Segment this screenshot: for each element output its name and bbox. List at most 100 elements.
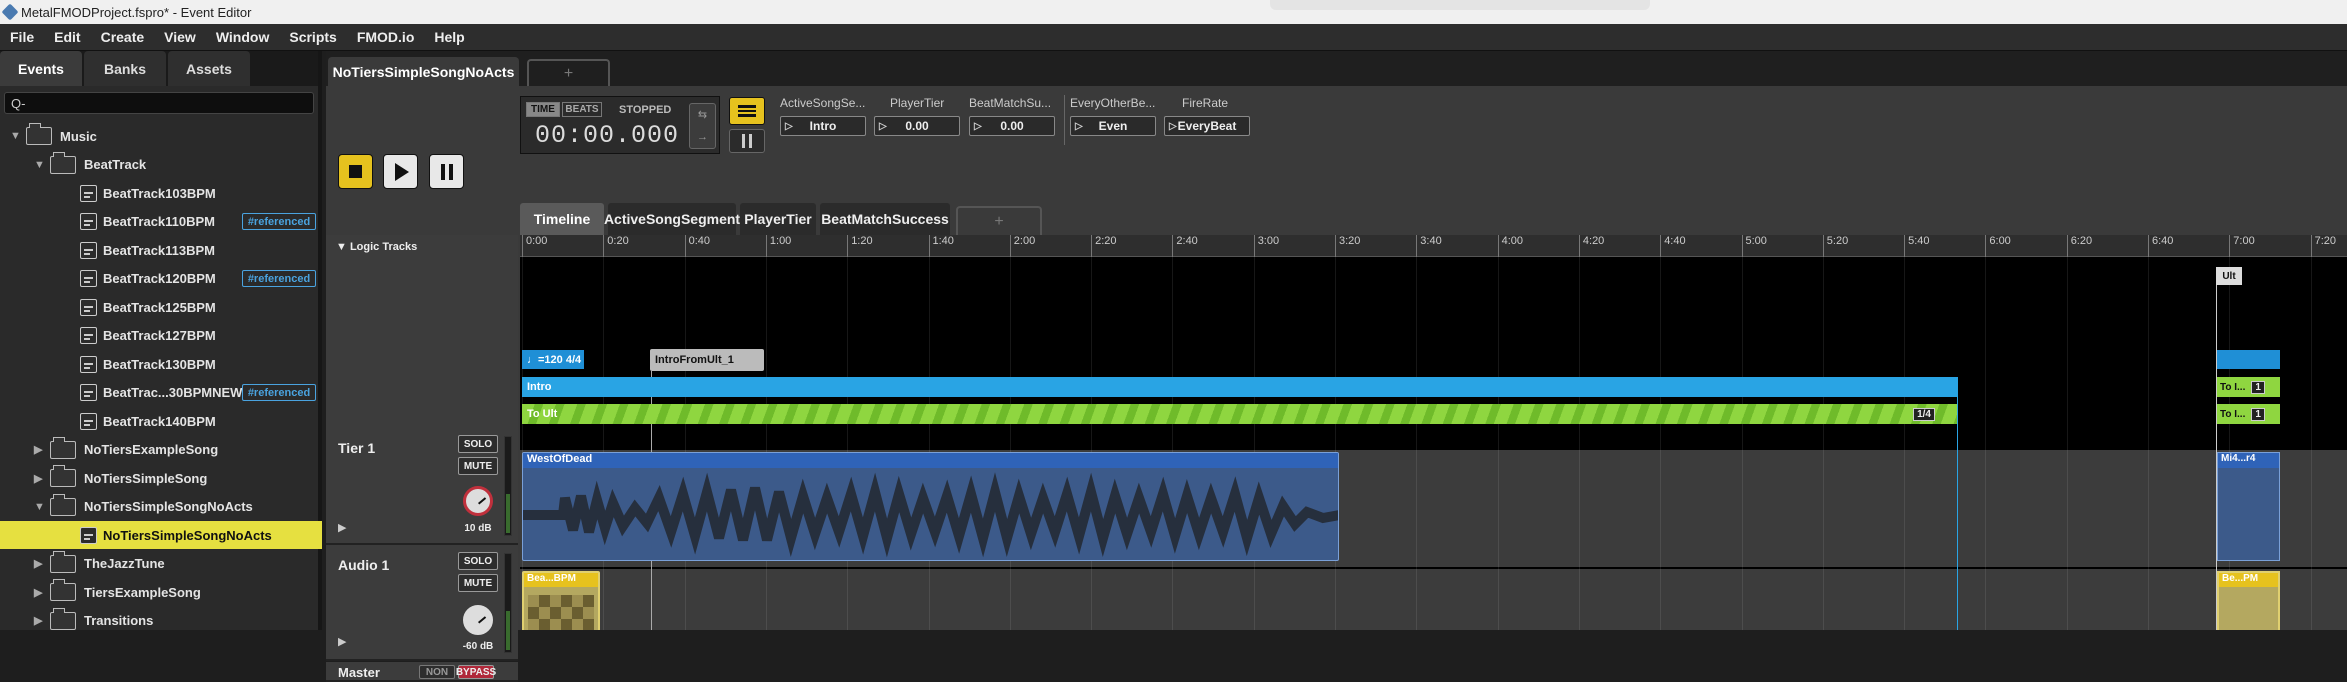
- tree-folder[interactable]: ▶ TiersExampleSong: [0, 578, 322, 606]
- bypass-button[interactable]: BYPASS: [456, 665, 496, 679]
- instrument-westofdead[interactable]: WestOfDead: [522, 452, 1339, 561]
- solo-button[interactable]: NON: [419, 665, 455, 679]
- menu-file[interactable]: File: [0, 29, 44, 45]
- logic-tracks-header[interactable]: ▼ Logic Tracks: [336, 241, 417, 253]
- menu-fmod-io[interactable]: FMOD.io: [347, 29, 425, 45]
- loop-toggle[interactable]: ⇆ →: [689, 103, 716, 149]
- expand-track-icon[interactable]: ▶: [338, 635, 346, 648]
- tab-timeline[interactable]: Timeline: [520, 203, 604, 235]
- beats-mode-button[interactable]: BEATS: [562, 102, 602, 117]
- tab-events[interactable]: Events: [0, 51, 82, 86]
- tree-item-label: NoTiersSimpleSongNoActs: [103, 527, 272, 543]
- follow-icon: →: [697, 131, 708, 143]
- tab-playertier[interactable]: PlayerTier: [740, 203, 816, 235]
- collapsed-arrow-icon[interactable]: ▶: [34, 614, 42, 627]
- tree-event[interactable]: BeatTrack125BPM: [0, 293, 322, 321]
- tab-assets[interactable]: Assets: [168, 51, 250, 86]
- solo-button[interactable]: SOLO: [458, 435, 498, 453]
- macro-panel-toggle[interactable]: [729, 97, 765, 125]
- tree-folder[interactable]: ▶ TheJazzTune: [0, 550, 322, 578]
- collapsed-arrow-icon[interactable]: ▶: [34, 443, 42, 456]
- timeline-ruler[interactable]: 0:00 0:20 0:40 1:00 1:20 1:40 2:00 2:20 2:40 3:00…: [520, 235, 2347, 257]
- tree-event[interactable]: BeatTrack140BPM: [0, 407, 322, 435]
- volume-knob[interactable]: [463, 605, 493, 635]
- time-mode-button[interactable]: TIME: [526, 102, 560, 117]
- tempo-marker[interactable]: ♩=120 4/4: [522, 350, 584, 369]
- mute-button[interactable]: MUTE: [458, 457, 498, 475]
- tree-item-label: Transitions: [84, 613, 154, 628]
- tree-event[interactable]: BeatTrack110BPM #referenced: [0, 208, 322, 236]
- expanded-arrow-icon[interactable]: ▼: [10, 130, 21, 142]
- ult-marker[interactable]: Ult: [2216, 267, 2242, 285]
- destination-flag[interactable]: IntroFromUlt_1: [650, 349, 764, 371]
- menu-scripts[interactable]: Scripts: [279, 29, 346, 45]
- tree-folder[interactable]: ▼ NoTiersSimpleSongNoActs: [0, 493, 322, 521]
- region-toult[interactable]: To Ult 1/4: [522, 404, 1957, 424]
- stop-button[interactable]: [338, 154, 373, 189]
- tree-item-label: TiersExampleSong: [84, 584, 201, 600]
- region-intro[interactable]: Intro: [522, 377, 1957, 397]
- right-instrument-audio1-title: Be...PM: [2219, 573, 2278, 587]
- tree-event[interactable]: BeatTrack120BPM #referenced: [0, 265, 322, 293]
- collapsed-arrow-icon[interactable]: ▶: [34, 472, 42, 485]
- expand-track-icon[interactable]: ▶: [338, 521, 346, 534]
- tree-folder[interactable]: ▼ BeatTrack: [0, 151, 322, 179]
- right-region-2[interactable]: To I... 1: [2217, 404, 2280, 424]
- track-name: Master: [338, 665, 380, 680]
- pause-button[interactable]: [429, 154, 464, 189]
- tree-item-label: BeatTrack127BPM: [103, 328, 216, 343]
- menu-edit[interactable]: Edit: [44, 29, 90, 45]
- volume-knob[interactable]: [463, 486, 493, 516]
- menu-create[interactable]: Create: [91, 29, 155, 45]
- param-value-4[interactable]: EveryBeat: [1164, 116, 1250, 136]
- tree-event[interactable]: BeatTrack130BPM: [0, 350, 322, 378]
- tab-banks[interactable]: Banks: [84, 51, 166, 86]
- tree-folder[interactable]: ▶ NoTiersSimpleSong: [0, 464, 322, 492]
- tab-activesongsegment[interactable]: ActiveSongSegment: [604, 203, 740, 235]
- tree-item-label: BeatTrack110BPM: [103, 214, 216, 229]
- param-value-1[interactable]: 0.00: [874, 116, 960, 136]
- tree-folder[interactable]: ▶ Transitions: [0, 607, 322, 635]
- tree-item-label: BeatTrack120BPM: [103, 271, 216, 286]
- track-header-master[interactable]: Master NON BYPASS: [326, 662, 518, 682]
- add-parameter-sheet-button[interactable]: +: [956, 206, 1042, 235]
- menu-window[interactable]: Window: [206, 29, 280, 45]
- browser-search-input[interactable]: Q-: [4, 92, 314, 114]
- right-tempo-marker[interactable]: [2217, 350, 2280, 369]
- expanded-arrow-icon[interactable]: ▼: [34, 501, 45, 513]
- expanded-arrow-icon[interactable]: ▼: [34, 159, 45, 171]
- right-instrument-audio1[interactable]: Be...PM: [2217, 571, 2280, 630]
- param-value-2[interactable]: 0.00: [969, 116, 1055, 136]
- track-header-tier1[interactable]: Tier 1 SOLO MUTE 10 dB ▶: [326, 430, 518, 545]
- collapsed-arrow-icon[interactable]: ▶: [34, 557, 42, 570]
- editor-tab-event[interactable]: NoTiersSimpleSongNoActs: [328, 57, 519, 86]
- solo-button[interactable]: SOLO: [458, 552, 498, 570]
- right-instrument-tier1[interactable]: Mi4...r4: [2217, 452, 2280, 561]
- timeline-area[interactable]: ♩=120 4/4 IntroFromUlt_1 Intro To Ult 1/…: [520, 257, 2347, 630]
- tree-folder[interactable]: ▼ Music: [0, 122, 322, 150]
- param-value-3[interactable]: Even: [1070, 116, 1156, 136]
- menu-view[interactable]: View: [154, 29, 206, 45]
- tab-beatmatchsuccess[interactable]: BeatMatchSuccess: [820, 203, 950, 235]
- tree-event[interactable]: NoTiersSimpleSongNoActs: [0, 521, 322, 549]
- tree-event[interactable]: BeatTrack113BPM: [0, 236, 322, 264]
- tree-event[interactable]: BeatTrack103BPM: [0, 179, 322, 207]
- param-value-0[interactable]: Intro: [780, 116, 866, 136]
- tree-folder[interactable]: ▶ NoTiersExampleSong: [0, 436, 322, 464]
- right-region-1[interactable]: To I... 1: [2217, 377, 2280, 397]
- add-editor-tab-button[interactable]: +: [527, 59, 610, 86]
- collapsed-arrow-icon[interactable]: ▶: [34, 586, 42, 599]
- mute-button[interactable]: MUTE: [458, 574, 498, 592]
- right-region-1-label: To I...: [2220, 381, 2246, 393]
- instrument-beatbpm[interactable]: Bea...BPM: [522, 571, 600, 630]
- right-region-2-label: To I...: [2220, 408, 2246, 420]
- track-view-toggle[interactable]: [729, 129, 765, 153]
- menu-help[interactable]: Help: [424, 29, 474, 45]
- tree-event[interactable]: BeatTrac...30BPMNEW #referenced: [0, 379, 322, 407]
- tree-event[interactable]: BeatTrack127BPM: [0, 322, 322, 350]
- track-header-audio1[interactable]: Audio 1 SOLO MUTE -60 dB ▶: [326, 547, 518, 661]
- play-button[interactable]: [383, 154, 418, 189]
- grid-line: [1578, 257, 1580, 630]
- ruler-tick: 6:20: [2066, 235, 2092, 257]
- waveform: [523, 472, 1338, 558]
